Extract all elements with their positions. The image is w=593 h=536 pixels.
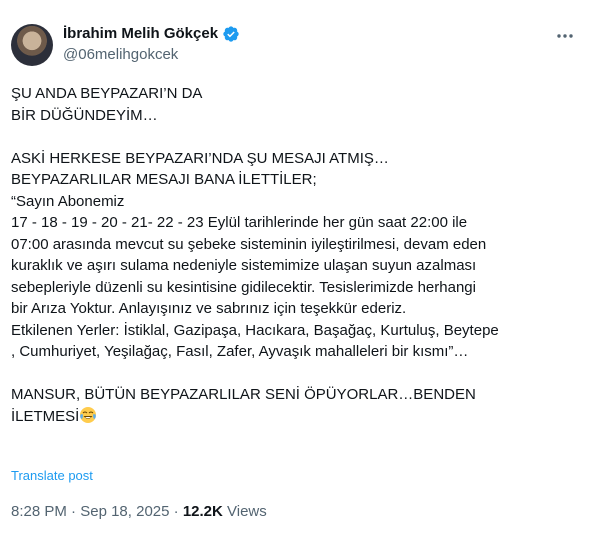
meta-separator: · — [173, 503, 179, 520]
verified-badge-icon — [222, 25, 240, 43]
face-with-tears-of-joy-icon — [79, 406, 97, 424]
author-name-row: İbrahim Melih Gökçek — [63, 25, 240, 43]
views-count: 12.2K — [182, 503, 223, 520]
tweet-date[interactable]: Sep 18, 2025 — [80, 503, 169, 520]
views-label: Views — [227, 503, 267, 520]
tweet-meta: 8:28 PM · Sep 18, 2025 · 12.2K Views — [11, 502, 267, 522]
avatar[interactable] — [11, 24, 53, 66]
tweet-time[interactable]: 8:28 PM — [11, 503, 67, 520]
author-handle[interactable]: @06melihgokcek — [63, 46, 178, 64]
tweet-card: İbrahim Melih Gökçek @06melihgokcek ŞU A… — [0, 0, 593, 536]
meta-separator: · — [71, 503, 77, 520]
more-options-icon[interactable] — [555, 26, 575, 46]
tweet-body: ŞU ANDA BEYPAZARI’N DA BİR DÜĞÜNDEYİM… A… — [11, 83, 581, 427]
translate-post-link[interactable]: Translate post — [11, 468, 93, 483]
author-name[interactable]: İbrahim Melih Gökçek — [63, 25, 218, 43]
tweet-text: ŞU ANDA BEYPAZARI’N DA BİR DÜĞÜNDEYİM… A… — [11, 85, 499, 425]
